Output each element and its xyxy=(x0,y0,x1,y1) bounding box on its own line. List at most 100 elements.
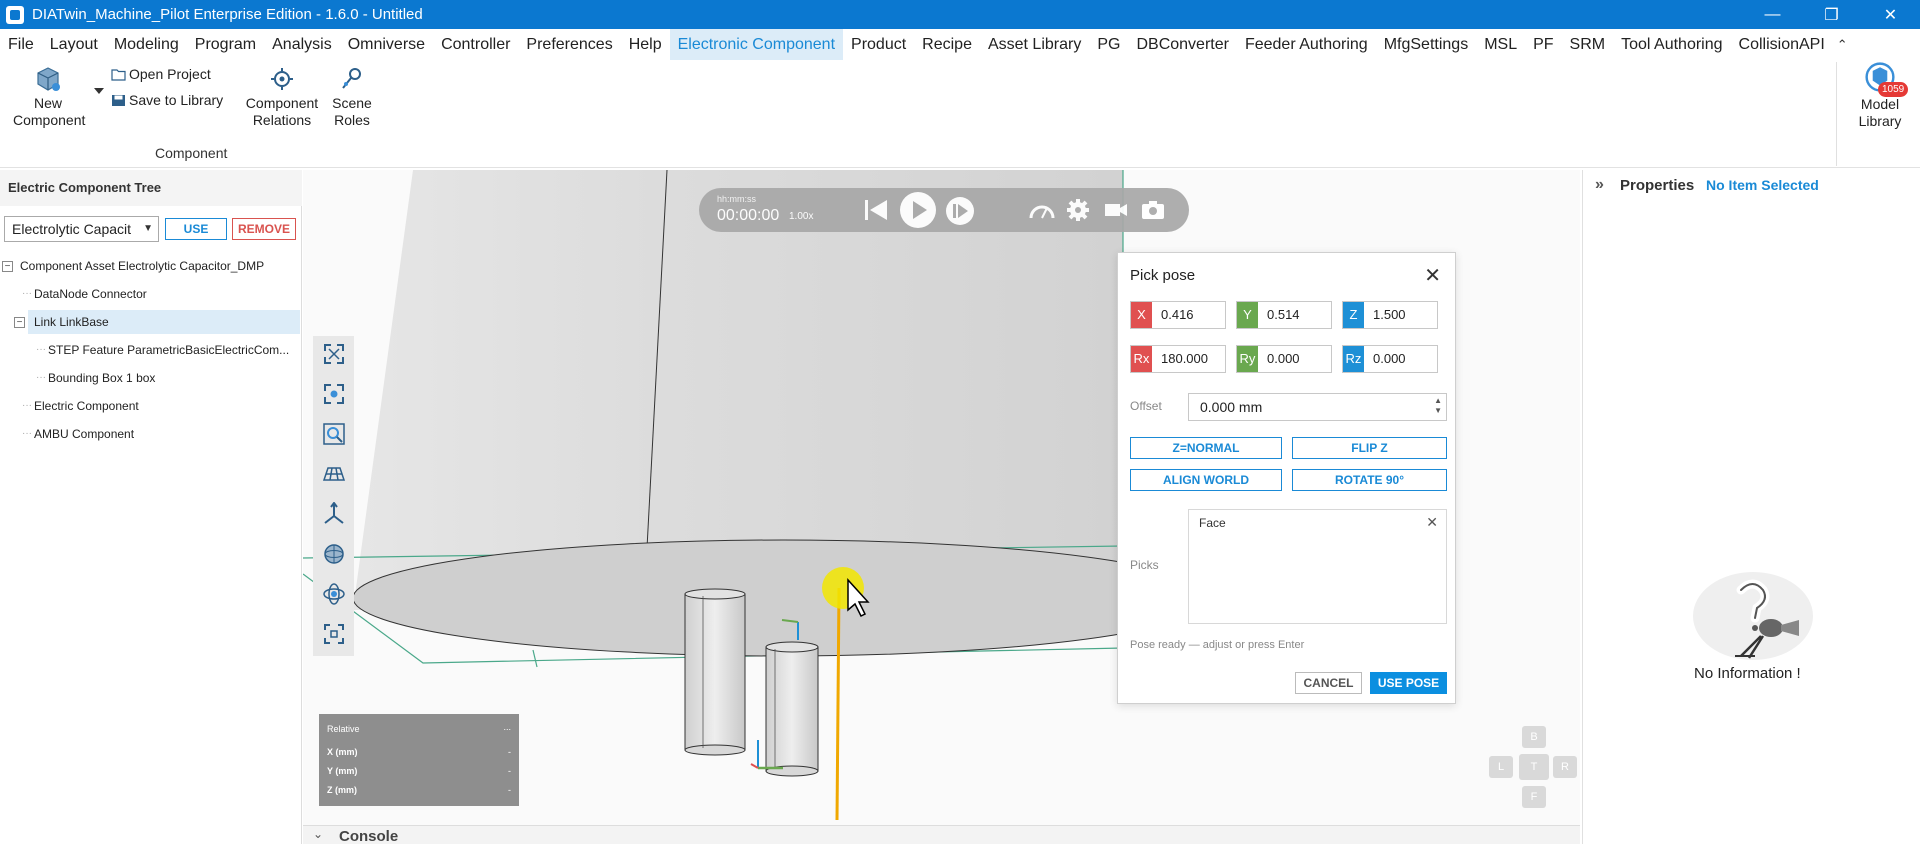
new-component-label: New Component xyxy=(13,95,86,128)
menu-help[interactable]: Help xyxy=(621,29,670,60)
orbit-icon[interactable] xyxy=(322,582,346,606)
z-normal-button[interactable]: Z=NORMAL xyxy=(1130,437,1282,459)
navcube-right[interactable]: R xyxy=(1553,756,1577,778)
tree-expander[interactable]: − xyxy=(14,317,25,328)
offset-input[interactable]: 0.000 mm ▲ ▼ xyxy=(1188,393,1447,421)
y-field[interactable]: Y 0.514 xyxy=(1236,301,1332,329)
close-window-button[interactable]: ✕ xyxy=(1861,0,1920,29)
skip-to-start-icon[interactable] xyxy=(863,198,889,222)
menu-preferences[interactable]: Preferences xyxy=(518,29,620,60)
offset-spinner[interactable]: ▲ ▼ xyxy=(1434,396,1442,416)
pick-item-face[interactable]: Face xyxy=(1199,516,1226,530)
navcube-front[interactable]: F xyxy=(1522,786,1546,808)
menu-tool-authoring[interactable]: Tool Authoring xyxy=(1613,29,1730,60)
component-type-select[interactable]: Electrolytic Capacit ▼ xyxy=(4,216,159,242)
menu-pg[interactable]: PG xyxy=(1089,29,1128,60)
align-world-button[interactable]: ALIGN WORLD xyxy=(1130,469,1282,491)
camera-icon[interactable] xyxy=(1141,200,1165,220)
component-relations-button[interactable]: Component Relations xyxy=(243,65,321,129)
new-component-dropdown-icon[interactable] xyxy=(94,88,104,94)
step-forward-icon[interactable] xyxy=(945,196,975,226)
menu-electronic-component[interactable]: Electronic Component xyxy=(669,29,844,60)
cancel-button[interactable]: CANCEL xyxy=(1295,672,1362,694)
gear-icon[interactable] xyxy=(1066,198,1090,222)
fit-selection-icon[interactable] xyxy=(322,382,346,406)
playback-speed[interactable]: 1.00x xyxy=(789,211,813,222)
tree-item-ambu-component[interactable]: AMBU Component xyxy=(34,422,134,446)
pose-hint: Pose ready — adjust or press Enter xyxy=(1130,639,1305,651)
menu-modeling[interactable]: Modeling xyxy=(106,29,187,60)
tree-item-step-feature[interactable]: STEP Feature ParametricBasicElectricCom.… xyxy=(48,338,298,362)
play-icon[interactable] xyxy=(899,191,937,229)
axes-icon[interactable] xyxy=(322,502,346,526)
ribbon-separator xyxy=(1836,62,1837,166)
use-pose-button[interactable]: USE POSE xyxy=(1370,672,1447,694)
menu-collisionapi[interactable]: CollisionAPI xyxy=(1731,29,1833,60)
menu-product[interactable]: Product xyxy=(843,29,914,60)
save-to-library-button[interactable]: Save to Library xyxy=(111,92,223,108)
menu-layout[interactable]: Layout xyxy=(42,29,106,60)
tree-item-link-selected[interactable]: Link LinkBase xyxy=(28,310,300,334)
menu-pf[interactable]: PF xyxy=(1525,29,1561,60)
menu-omniverse[interactable]: Omniverse xyxy=(340,29,433,60)
close-icon[interactable]: ✕ xyxy=(1424,263,1441,288)
menu-controller[interactable]: Controller xyxy=(433,29,518,60)
flip-z-button[interactable]: FLIP Z xyxy=(1292,437,1447,459)
video-camera-icon[interactable] xyxy=(1104,202,1128,218)
relative-x-value: - xyxy=(508,747,511,757)
relative-coordinates-panel: Relative ... X (mm) - Y (mm) - Z (mm) - xyxy=(319,714,519,806)
focus-icon[interactable] xyxy=(322,622,346,646)
menu-dbconverter[interactable]: DBConverter xyxy=(1128,29,1236,60)
open-project-button[interactable]: Open Project xyxy=(111,66,211,82)
remove-pick-icon[interactable]: ✕ xyxy=(1426,514,1438,531)
x-field[interactable]: X 0.416 xyxy=(1130,301,1226,329)
capacitor-pin-right[interactable] xyxy=(765,646,819,772)
navcube-left[interactable]: L xyxy=(1489,756,1513,778)
grid-icon[interactable] xyxy=(322,462,346,486)
zoom-icon[interactable] xyxy=(322,422,346,446)
menu-asset-library[interactable]: Asset Library xyxy=(980,29,1089,60)
properties-header: » Properties No Item Selected xyxy=(1583,170,1920,200)
use-button[interactable]: USE xyxy=(165,218,227,240)
scene-roles-button[interactable]: Scene Roles xyxy=(330,65,374,129)
menu-program[interactable]: Program xyxy=(187,29,264,60)
minimize-button[interactable]: — xyxy=(1743,0,1802,29)
fit-all-icon[interactable] xyxy=(322,342,346,366)
tree-expander[interactable]: − xyxy=(2,261,13,272)
tree-item-bounding-box[interactable]: Bounding Box 1 box xyxy=(48,366,155,390)
chevron-down-icon[interactable]: ⌄ xyxy=(313,827,323,841)
menu-analysis[interactable]: Analysis xyxy=(264,29,340,60)
rz-field[interactable]: Rz 0.000 xyxy=(1342,345,1438,373)
z-field[interactable]: Z 1.500 xyxy=(1342,301,1438,329)
no-information-text: No Information ! xyxy=(1694,665,1801,682)
menu-mfgsettings[interactable]: MfgSettings xyxy=(1376,29,1476,60)
ribbon-collapse-icon[interactable]: ⌃ xyxy=(1837,37,1848,53)
ry-field[interactable]: Ry 0.000 xyxy=(1236,345,1332,373)
menu-feeder-authoring[interactable]: Feeder Authoring xyxy=(1237,29,1376,60)
chevron-down-icon: ▼ xyxy=(143,223,153,234)
rotate-90-button[interactable]: ROTATE 90° xyxy=(1292,469,1447,491)
menu-msl[interactable]: MSL xyxy=(1476,29,1525,60)
console-label[interactable]: Console xyxy=(339,828,398,845)
menu-srm[interactable]: SRM xyxy=(1562,29,1614,60)
tree-item-electric-component[interactable]: Electric Component xyxy=(34,394,139,418)
relative-menu-button[interactable]: ... xyxy=(503,722,511,732)
navcube-top[interactable]: T xyxy=(1519,754,1549,780)
expand-panel-icon[interactable]: » xyxy=(1595,176,1604,194)
relations-icon xyxy=(271,68,293,90)
capacitor-pin-left[interactable] xyxy=(684,593,746,751)
speed-gauge-icon[interactable] xyxy=(1029,200,1055,220)
navcube-back[interactable]: B xyxy=(1522,726,1546,748)
shading-sphere-icon[interactable] xyxy=(322,542,346,566)
component-type-value: Electrolytic Capacit xyxy=(12,221,132,237)
tree-item-component-asset[interactable]: Component Asset Electrolytic Capacitor_D… xyxy=(20,254,264,278)
restore-button[interactable]: ❐ xyxy=(1802,0,1861,29)
menu-file[interactable]: File xyxy=(0,29,42,60)
folder-icon xyxy=(111,68,126,81)
rx-field[interactable]: Rx 180.000 xyxy=(1130,345,1226,373)
remove-button[interactable]: REMOVE xyxy=(232,218,296,240)
capacitor-base-face[interactable] xyxy=(352,539,1214,657)
menu-recipe[interactable]: Recipe xyxy=(914,29,980,60)
new-component-button[interactable]: New Component xyxy=(8,65,88,129)
tree-item-datanode[interactable]: DataNode Connector xyxy=(34,282,147,306)
